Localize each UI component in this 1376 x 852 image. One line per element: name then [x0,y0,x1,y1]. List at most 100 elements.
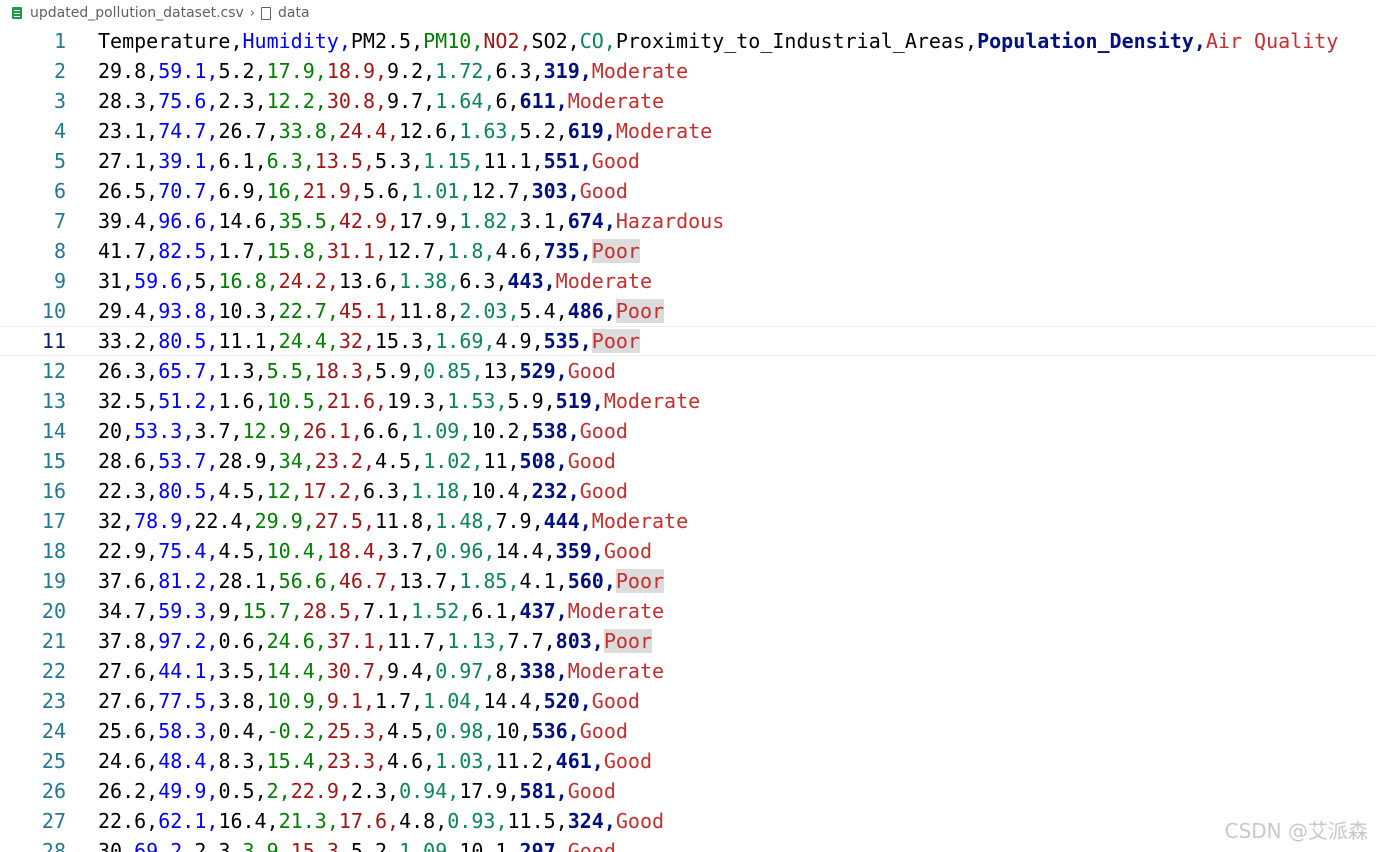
csv-cell: PM10 [423,29,472,53]
csv-cell: 20 [98,419,123,443]
csv-cell: 10.4 [471,479,520,503]
code-line[interactable]: 9 31,59.6,5,16.8,24.2,13.6,1.38,6.3,443,M… [0,266,1376,296]
code-line[interactable]: 27 22.6,62.1,16.4,21.3,17.6,4.8,0.93,11.5… [0,806,1376,836]
line-number: 17 [41,509,66,533]
code-line[interactable]: 19 37.6,81.2,28.1,56.6,46.7,13.7,1.85,4.1… [0,566,1376,596]
code-line[interactable]: 18 22.9,75.4,4.5,10.4,18.4,3.7,0.96,14.4,… [0,536,1376,566]
csv-cell: 0.97 [435,659,484,683]
csv-cell: 59.3 [158,599,207,623]
csv-separator: , [122,509,135,533]
csv-separator: , [483,749,496,773]
csv-cell: 23.3 [326,749,375,773]
csv-separator: , [387,269,400,293]
csv-separator: , [965,29,978,53]
code-line[interactable]: 20 34.7,59.3,9,15.7,28.5,7.1,1.52,6.1,437… [0,596,1376,626]
csv-cell: 10.1 [459,839,508,852]
csv-separator: , [375,539,388,563]
code-line[interactable]: 1 Temperature,Humidity,PM2.5,PM10,NO2,SO2… [0,26,1376,56]
csv-separator: , [423,719,436,743]
csv-cell: 69.2 [134,839,183,852]
csv-separator: , [447,209,460,233]
line-content: 22.3,80.5,4.5,12,17.2,6.3,1.18,10.4,232,… [98,476,628,506]
csv-separator: , [579,239,592,263]
csv-cell: 444 [543,509,580,533]
csv-cell: 30.8 [326,89,375,113]
csv-cell: 12.7 [471,179,520,203]
csv-cell: 4.5 [375,449,412,473]
csv-separator: , [326,329,339,353]
code-line[interactable]: 6 26.5,70.7,6.9,16,21.9,5.6,1.01,12.7,303… [0,176,1376,206]
code-line[interactable]: 3 28.3,75.6,2.3,12.2,30.8,9.7,1.64,6,611,… [0,86,1376,116]
csv-separator: , [254,719,267,743]
csv-separator: , [266,269,279,293]
csv-cell: 59.1 [158,59,207,83]
csv-cell: 17.6 [338,809,388,833]
csv-cell: 58.3 [158,719,207,743]
csv-separator: , [362,359,375,383]
csv-cell: 30 [98,839,123,852]
code-line[interactable]: 12 26.3,65.7,1.3,5.5,18.3,5.9,0.85,13,529… [0,356,1376,386]
csv-separator: , [290,479,303,503]
csv-cell: 5.2 [519,119,556,143]
csv-separator: , [146,329,159,353]
code-area[interactable]: 1 Temperature,Humidity,PM2.5,PM10,NO2,SO2… [0,26,1376,852]
code-line[interactable]: 14 20,53.3,3.7,12.9,26.1,6.6,1.09,10.2,53… [0,416,1376,446]
code-line[interactable]: 7 39.4,96.6,14.6,35.5,42.9,17.9,1.82,3.1,… [0,206,1376,236]
csv-cell: 11.7 [387,629,436,653]
csv-cell: Moderate [567,599,665,623]
csv-separator: , [567,419,580,443]
code-line[interactable]: 8 41.7,82.5,1.7,15.8,31.1,12.7,1.8,4.6,73… [0,236,1376,266]
csv-separator: , [459,179,472,203]
code-line[interactable]: 15 28.6,53.7,28.9,34,23.2,4.5,1.02,11,508… [0,446,1376,476]
line-content: 26.3,65.7,1.3,5.5,18.3,5.9,0.85,13,529,G… [98,356,616,386]
csv-separator: , [411,359,424,383]
csv-separator: , [387,779,400,803]
csv-separator: , [435,389,448,413]
code-line[interactable]: 23 27.6,77.5,3.8,10.9,9.1,1.7,1.04,14.4,5… [0,686,1376,716]
csv-separator: , [495,809,508,833]
csv-separator: , [519,419,532,443]
csv-cell: 5.5 [266,359,303,383]
line-content: 22.9,75.4,4.5,10.4,18.4,3.7,0.96,14.4,35… [98,536,652,566]
code-line[interactable]: 26 26.2,49.9,0.5,2,22.9,2.3,0.94,17.9,581… [0,776,1376,806]
code-line[interactable]: 10 29.4,93.8,10.3,22.7,45.1,11.8,2.03,5.4… [0,296,1376,326]
csv-cell: 529 [519,359,556,383]
code-line[interactable]: 4 23.1,74.7,26.7,33.8,24.4,12.6,1.63,5.2,… [0,116,1376,146]
csv-cell: 34 [278,449,303,473]
code-line[interactable]: 25 24.6,48.4,8.3,15.4,23.3,4.6,1.03,11.2,… [0,746,1376,776]
csv-separator: , [146,449,159,473]
code-line[interactable]: 13 32.5,51.2,1.6,10.5,21.6,19.3,1.53,5.9,… [0,386,1376,416]
csv-separator: , [567,29,580,53]
csv-cell: Temperature [98,29,231,53]
code-line[interactable]: 22 27.6,44.1,3.5,14.4,30.7,9.4,0.97,8,338… [0,656,1376,686]
csv-separator: , [507,779,520,803]
csv-separator: , [254,659,267,683]
code-line[interactable]: 21 37.8,97.2,0.6,24.6,37.1,11.7,1.13,7.7,… [0,626,1376,656]
code-line[interactable]: 11 33.2,80.5,11.1,24.4,32,15.3,1.69,4.9,5… [0,326,1376,356]
csv-cell: 3.8 [218,689,255,713]
code-line[interactable]: 16 22.3,80.5,4.5,12,17.2,6.3,1.18,10.4,23… [0,476,1376,506]
code-line[interactable]: 24 25.6,58.3,0.4,-0.2,25.3,4.5,0.98,10,53… [0,716,1376,746]
csv-cell: 9.2 [387,59,424,83]
csv-separator: , [555,599,568,623]
csv-cell: 1.18 [411,479,460,503]
breadcrumb-symbol[interactable]: data [278,5,310,21]
csv-cell: 3.5 [218,659,255,683]
code-line[interactable]: 28 30,69.2,2.3,3.9,15.3,5.2,1.09,10.1,297… [0,836,1376,852]
csv-separator: , [387,119,400,143]
breadcrumb-file[interactable]: updated_pollution_dataset.csv [30,5,244,21]
code-line[interactable]: 2 29.8,59.1,5.2,17.9,18.9,9.2,1.72,6.3,31… [0,56,1376,86]
csv-separator: , [471,359,484,383]
code-line[interactable]: 5 27.1,39.1,6.1,6.3,13.5,5.3,1.15,11.1,55… [0,146,1376,176]
code-line[interactable]: 17 32,78.9,22.4,29.9,27.5,11.8,1.48,7.9,4… [0,506,1376,536]
csv-cell: 42.9 [338,209,388,233]
csv-cell: NO2 [483,29,520,53]
csv-cell: 28.3 [98,89,147,113]
csv-cell: Moderate [567,89,665,113]
csv-separator: , [483,89,496,113]
csv-separator: , [206,539,219,563]
csv-separator: , [387,809,400,833]
csv-cell: Good [579,479,628,503]
line-number: 3 [53,89,66,113]
csv-separator: , [591,389,604,413]
